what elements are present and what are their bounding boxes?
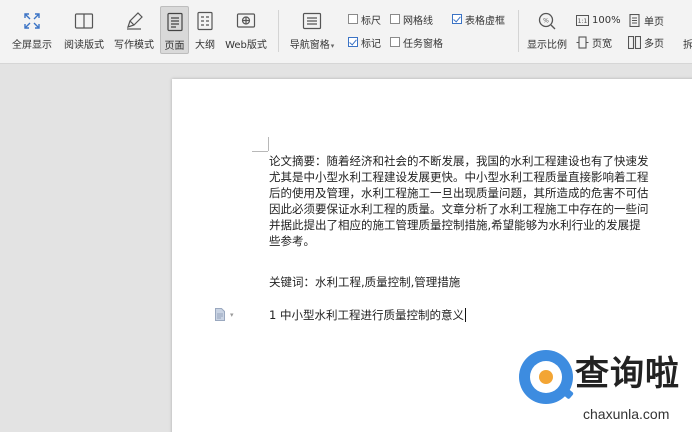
pen-icon [123, 10, 145, 32]
gridlines-checkbox[interactable]: 网格线 [390, 12, 433, 27]
view-ribbon: 全屏显示 阅读版式 写作模式 页面 大纲 Web版式 导航窗格▾ 标尺 网格线 … [0, 0, 692, 64]
watermark-text: 查询啦 [575, 354, 680, 394]
svg-text:1:1: 1:1 [578, 18, 588, 25]
text-line: 后的使用及管理，水利工程施工一旦出现质量问题，其所造成的危害不可估 [269, 186, 649, 200]
section-heading[interactable]: 1 中小型水利工程进行质量控制的意义 [269, 307, 466, 323]
fullscreen-button[interactable]: 全屏显示 [8, 6, 56, 54]
ribbon-separator [518, 10, 519, 52]
margin-corner-mark [268, 137, 269, 151]
ribbon-separator [278, 10, 279, 52]
abstract-paragraph[interactable]: 论文摘要：随着经济和社会的不断发展，我国的水利工程建设也有了快速发 尤其是中小型… [269, 153, 692, 249]
zoom-icon: % [536, 10, 558, 32]
fullscreen-icon [21, 10, 43, 32]
multi-page-icon [628, 35, 641, 49]
single-page-icon [628, 13, 641, 27]
web-layout-button[interactable]: Web版式 [222, 6, 270, 54]
watermark-url: chaxunla.com [583, 406, 670, 422]
svg-text:%: % [543, 18, 549, 25]
outline-button[interactable]: 大纲 [191, 6, 219, 54]
zoom-button[interactable]: % 显示比例 [524, 6, 570, 54]
checkbox-box [390, 37, 400, 47]
book-icon [73, 10, 95, 32]
checkbox-checked [348, 37, 358, 47]
text-line: 些参考。 [269, 234, 315, 248]
checkbox-box [348, 14, 358, 24]
writing-mode-button[interactable]: 写作模式 [110, 6, 158, 54]
text-line: 尤其是中小型水利工程建设发展更快。中小型水利工程质量直接影响着工程 [269, 170, 649, 184]
multi-page-button[interactable]: 多页 [628, 34, 664, 50]
table-gridlines-checkbox[interactable]: 表格虚框 [452, 12, 505, 27]
web-layout-icon [235, 10, 257, 32]
page-layout-button[interactable]: 页面 [160, 6, 189, 54]
task-pane-checkbox[interactable]: 任务窗格 [390, 35, 443, 50]
keywords-line[interactable]: 关键词：水利工程,质量控制,管理措施 [269, 274, 460, 290]
navigation-pane-icon [301, 10, 323, 32]
split-window-button[interactable]: 拆 [680, 6, 692, 54]
page-icon [164, 11, 186, 33]
margin-corner-mark [252, 151, 268, 152]
document-icon [214, 306, 226, 325]
watermark-logo: 查询啦 chaxunla.com [515, 348, 692, 432]
outline-icon [194, 10, 216, 32]
navigation-pane-button[interactable]: 导航窗格▾ [284, 6, 340, 54]
text-line: 论文摘要：随着经济和社会的不断发展，我国的水利工程建设也有了快速发 [269, 154, 649, 168]
page-width-icon [576, 35, 589, 49]
text-line: 因此必须要保证水利工程的质量。文章分析了水利工程施工中存在的一些问 [269, 202, 649, 216]
zoom-100-button[interactable]: 1:1 100% [576, 12, 621, 28]
one-to-one-icon: 1:1 [576, 14, 589, 27]
page-width-button[interactable]: 页宽 [576, 34, 612, 50]
split-window-icon [677, 10, 692, 32]
text-line: 并据此提出了相应的施工管理质量控制措施,希望能够为水利行业的发展提 [269, 218, 641, 232]
reading-layout-button[interactable]: 阅读版式 [60, 6, 108, 54]
checkbox-box [390, 14, 400, 24]
chevron-down-icon: ▾ [330, 42, 335, 50]
ruler-checkbox[interactable]: 标尺 [348, 12, 381, 27]
single-page-button[interactable]: 单页 [628, 12, 664, 28]
markup-checkbox[interactable]: 标记 [348, 35, 381, 50]
logo-dot [539, 370, 553, 384]
paragraph-handle[interactable]: ▾ [214, 306, 238, 325]
checkbox-checked [452, 14, 462, 24]
chevron-down-icon: ▾ [230, 311, 234, 319]
text-cursor [464, 308, 466, 322]
